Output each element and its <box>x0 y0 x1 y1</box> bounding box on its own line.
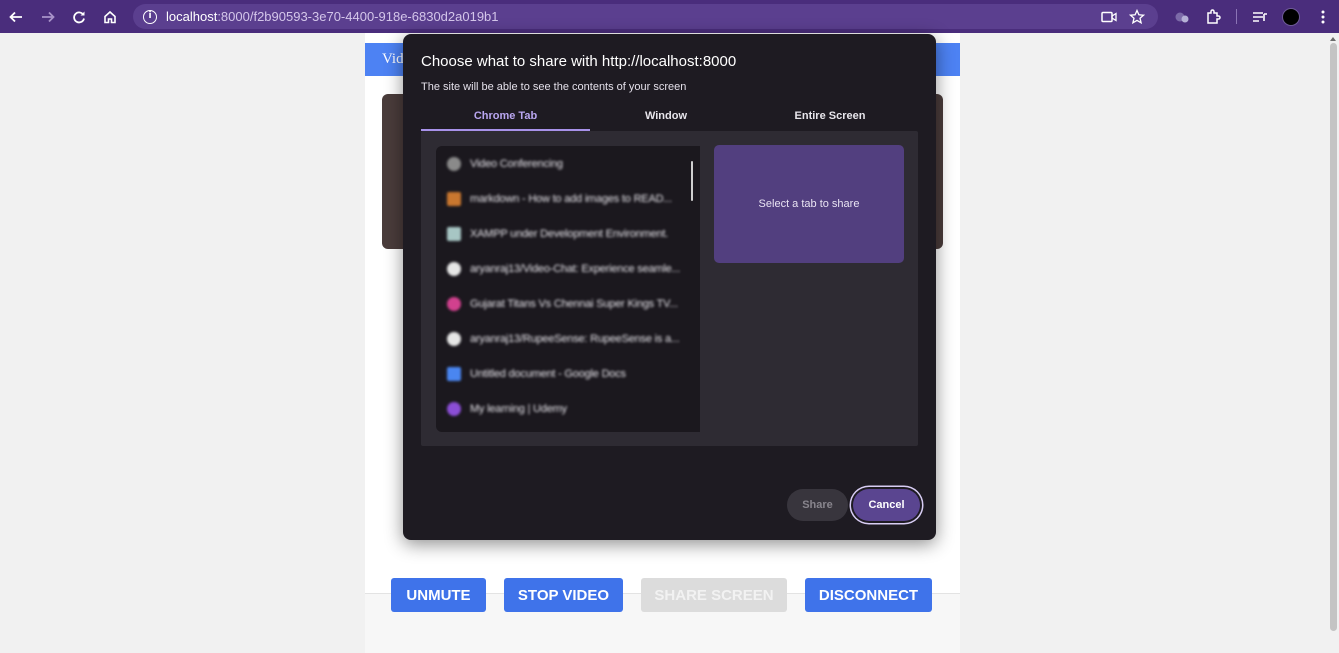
list-item-label: My learning | Udemy <box>470 402 567 415</box>
share-button[interactable]: Share <box>787 489 848 521</box>
stop-video-button[interactable]: STOP VIDEO <box>504 578 623 612</box>
forward-icon[interactable] <box>37 6 59 28</box>
list-item-label: Video Conferencing <box>470 157 563 170</box>
list-item-label: aryanraj13/Video-Chat: Experience seamle… <box>470 262 681 275</box>
tab-list[interactable]: Video Conferencing markdown - How to add… <box>436 146 684 432</box>
scroll-up-icon[interactable] <box>1330 37 1336 41</box>
tab-chrome-tab[interactable]: Chrome Tab <box>421 110 590 131</box>
list-item-label: Gujarat Titans Vs Chennai Super Kings TV… <box>470 297 678 310</box>
list-item[interactable]: aryanraj13/RupeeSense: RupeeSense is a..… <box>436 321 684 356</box>
tab-list-scrollbar-thumb[interactable] <box>691 161 693 201</box>
list-item-label: XAMPP under Development Environment. <box>470 227 669 240</box>
url-path: :8000/f2b90593-3e70-4400-918e-6830d2a019… <box>217 9 499 24</box>
dialog-title: Choose what to share with http://localho… <box>421 53 737 70</box>
profile-avatar[interactable] <box>1280 6 1302 28</box>
list-item[interactable]: Gujarat Titans Vs Chennai Super Kings TV… <box>436 286 684 321</box>
site-info-icon[interactable]: i <box>143 9 157 24</box>
star-icon[interactable] <box>1126 6 1148 28</box>
dialog-subtitle: The site will be able to see the content… <box>421 81 687 93</box>
app-title: Vid <box>382 51 404 67</box>
tab-list-scrollbar[interactable] <box>684 146 700 432</box>
url-host: localhost <box>166 9 218 24</box>
cricket-icon <box>447 296 461 311</box>
screen-share-dialog: Choose what to share with http://localho… <box>403 34 936 540</box>
list-item[interactable]: My learning | Udemy <box>436 391 684 426</box>
page-scrollbar[interactable] <box>1328 33 1339 653</box>
share-source-panel: Video Conferencing markdown - How to add… <box>421 131 918 446</box>
list-item-label: Untitled document - Google Docs <box>470 367 626 380</box>
address-bar[interactable]: i localhost:8000/f2b90593-3e70-4400-918e… <box>133 4 1158 29</box>
list-item[interactable]: Video Conferencing <box>436 146 684 181</box>
toolbar-divider <box>1236 9 1237 24</box>
disconnect-button[interactable]: DISCONNECT <box>805 578 932 612</box>
page-scrollbar-thumb[interactable] <box>1330 43 1337 631</box>
cancel-button[interactable]: Cancel <box>853 489 920 521</box>
list-item[interactable]: aryanraj13/Video-Chat: Experience seamle… <box>436 251 684 286</box>
docs-icon <box>447 366 461 381</box>
share-screen-button[interactable]: SHARE SCREEN <box>641 578 787 612</box>
menu-icon[interactable] <box>1312 6 1334 28</box>
browser-toolbar: i localhost:8000/f2b90593-3e70-4400-918e… <box>0 0 1339 33</box>
home-icon[interactable] <box>99 6 121 28</box>
list-item-label: markdown - How to add images to READ... <box>470 192 672 205</box>
list-item[interactable]: Untitled document - Google Docs <box>436 356 684 391</box>
github-icon <box>447 331 461 346</box>
globe-icon <box>447 156 461 171</box>
list-item[interactable]: XAMPP under Development Environment. <box>436 216 684 251</box>
tab-window[interactable]: Window <box>590 110 742 131</box>
extension-puzzle-icon[interactable] <box>1202 6 1224 28</box>
page-icon <box>447 226 461 241</box>
udemy-icon <box>447 401 461 416</box>
unmute-button[interactable]: UNMUTE <box>391 578 486 612</box>
tab-entire-screen[interactable]: Entire Screen <box>742 110 918 131</box>
github-icon <box>447 261 461 276</box>
camera-icon[interactable] <box>1098 6 1120 28</box>
list-item-label: aryanraj13/RupeeSense: RupeeSense is a..… <box>470 332 680 345</box>
back-icon[interactable] <box>5 6 27 28</box>
reload-icon[interactable] <box>68 6 90 28</box>
list-item[interactable]: markdown - How to add images to READ... <box>436 181 684 216</box>
extension-icon[interactable] <box>1171 6 1193 28</box>
stackoverflow-icon <box>447 191 461 206</box>
preview-text: Select a tab to share <box>758 198 860 210</box>
share-preview: Select a tab to share <box>714 145 904 263</box>
media-queue-icon[interactable] <box>1249 6 1271 28</box>
